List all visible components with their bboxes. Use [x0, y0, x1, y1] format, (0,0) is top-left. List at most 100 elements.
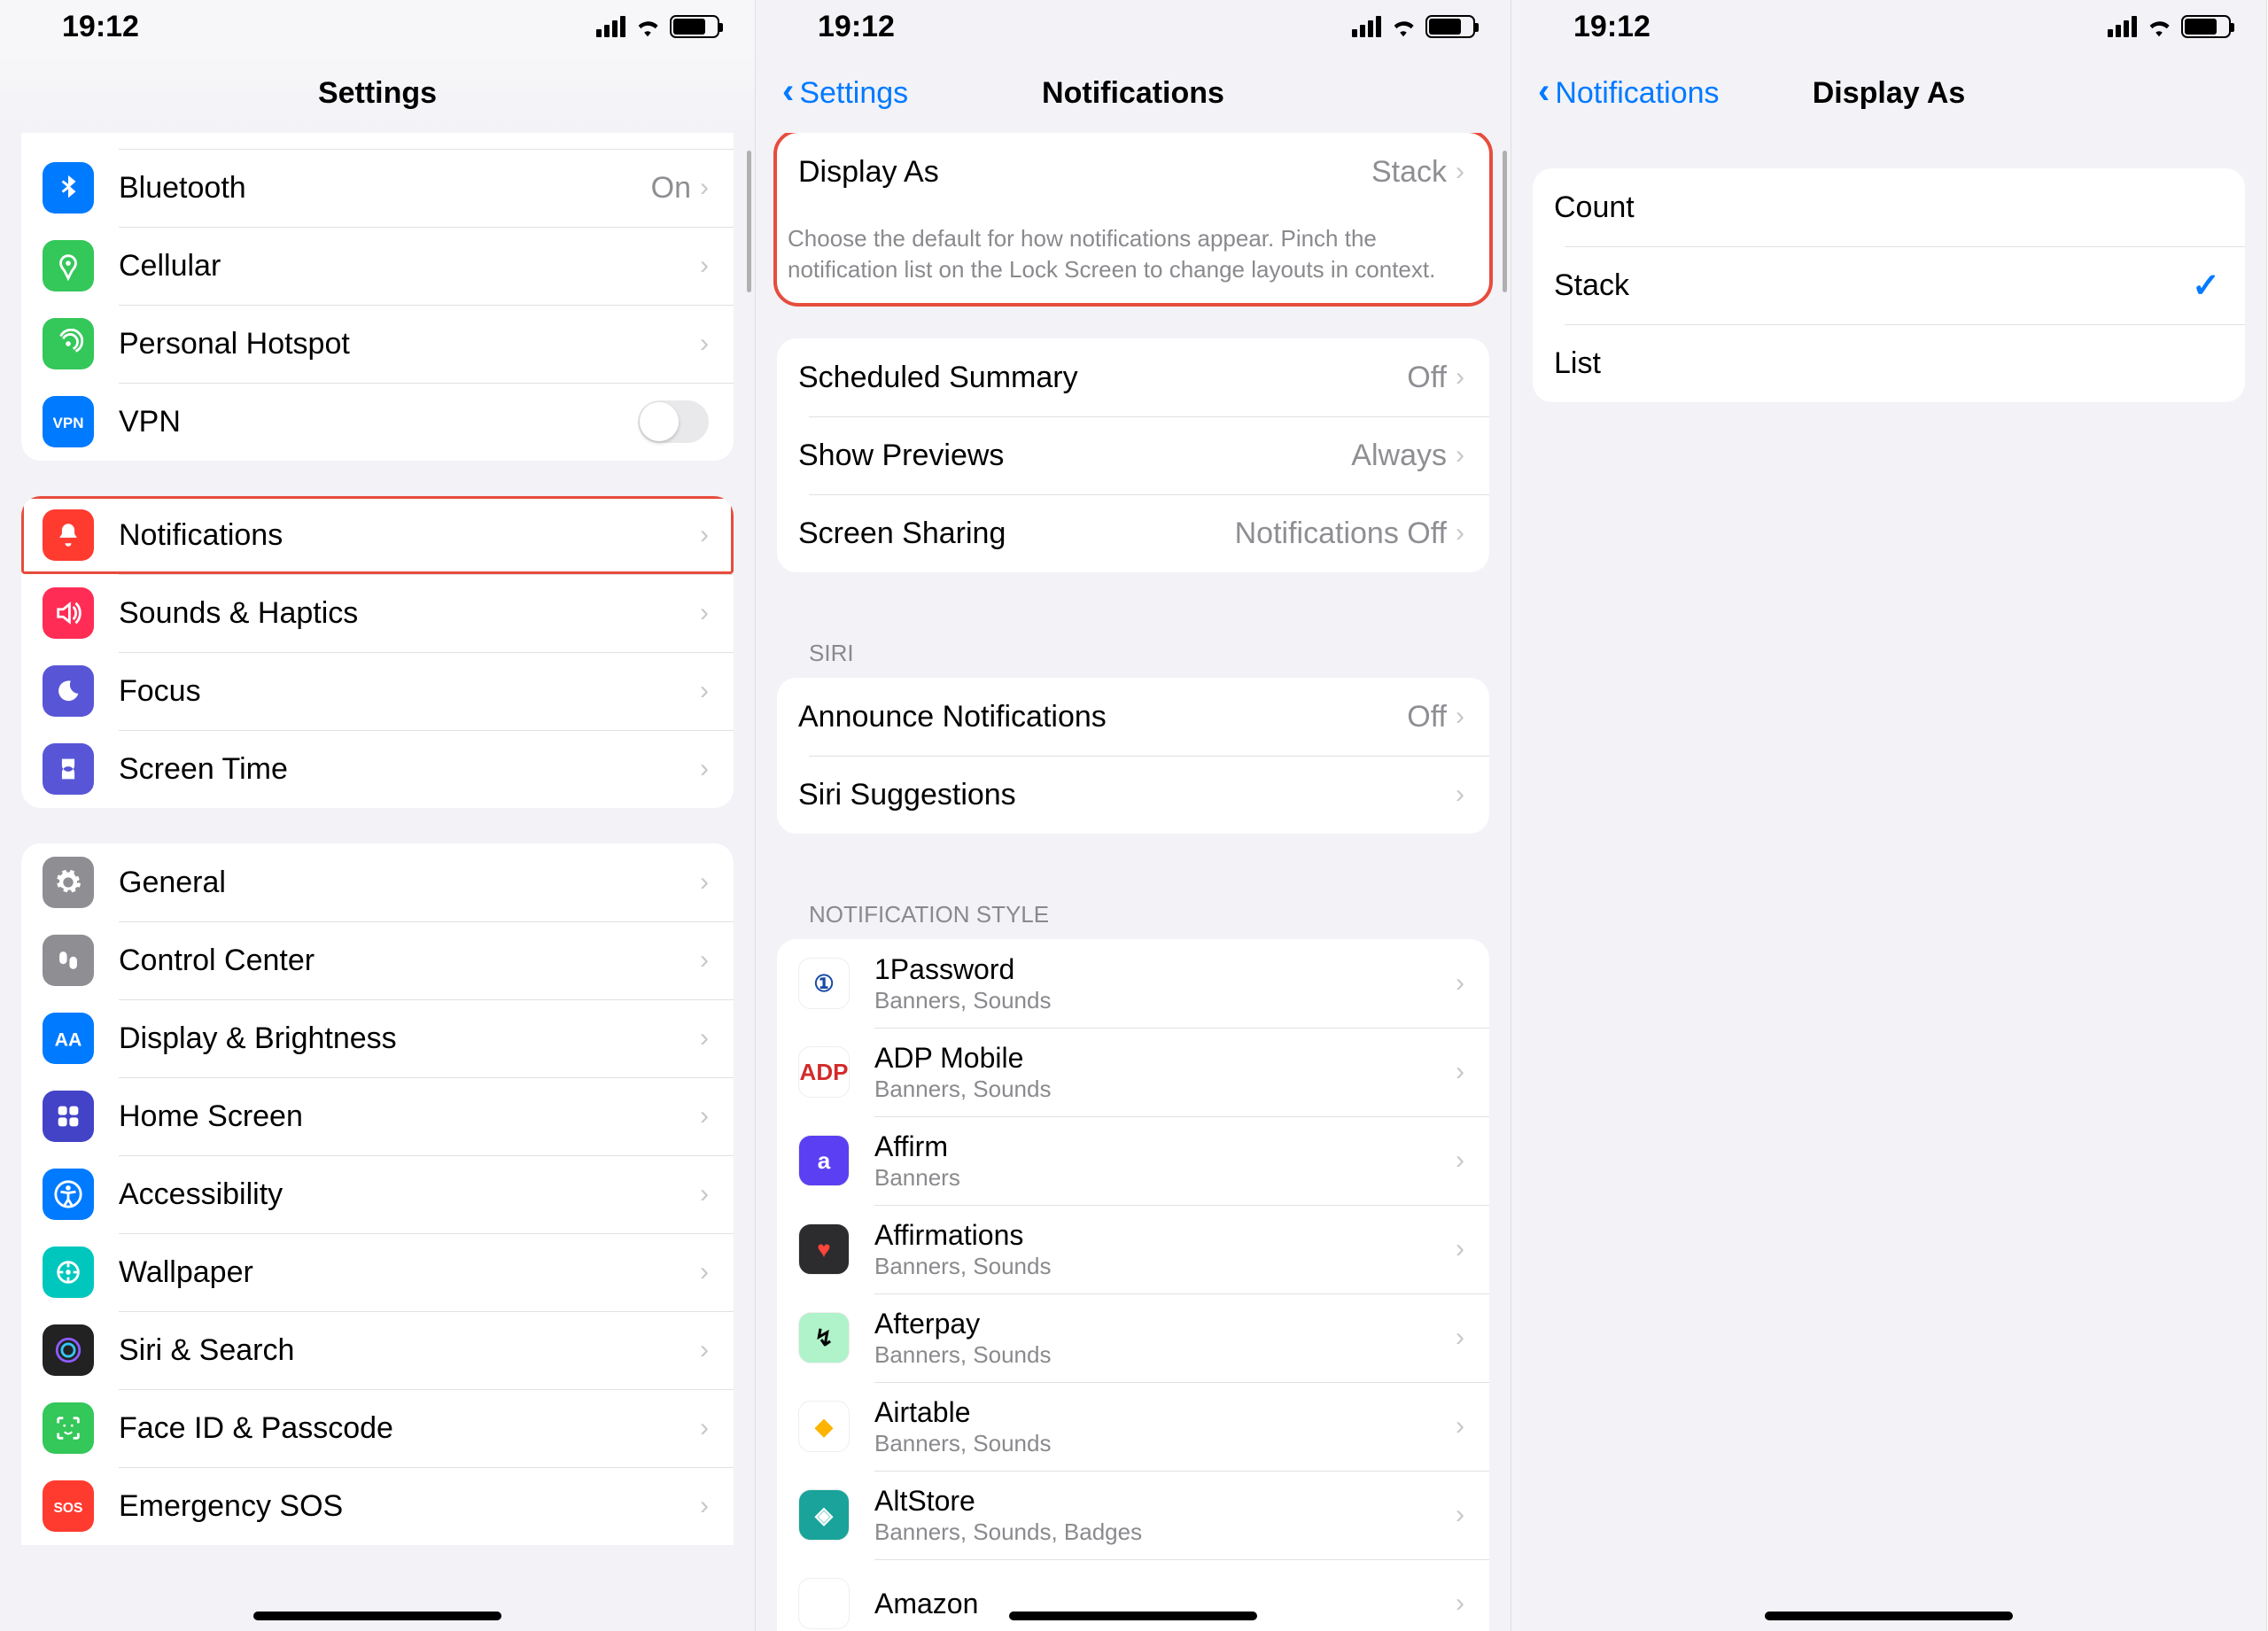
app-name: Airtable [874, 1395, 1456, 1429]
svg-text:VPN: VPN [53, 415, 83, 431]
row-display-as[interactable]: Display As Stack › [777, 133, 1489, 211]
chevron-right-icon: › [1456, 1057, 1464, 1087]
app-sub: Banners, Sounds [874, 1076, 1456, 1103]
row-label: Focus [119, 674, 700, 709]
scrollbar[interactable] [747, 151, 751, 292]
chevron-left-icon: ‹ [1538, 74, 1550, 109]
row-label: Screen Sharing [798, 516, 1235, 551]
display-as-highlight: Display As Stack › Choose the default fo… [777, 133, 1489, 303]
chevron-left-icon: ‹ [782, 74, 794, 109]
app-sub: Banners, Sounds [874, 987, 1456, 1014]
chevron-right-icon: › [700, 1179, 709, 1209]
row-vpn[interactable]: VPNVPN [21, 383, 734, 461]
scrollbar[interactable] [1503, 151, 1507, 292]
row-value: Stack [1371, 155, 1447, 190]
chevron-right-icon: › [1456, 1323, 1464, 1353]
home-icon [43, 1091, 94, 1142]
app-row-altstore[interactable]: ◈AltStoreBanners, Sounds, Badges› [777, 1471, 1489, 1559]
row-wallpaper[interactable]: Wallpaper› [21, 1233, 734, 1311]
row-announce-notifications[interactable]: Announce NotificationsOff› [777, 678, 1489, 756]
accessibility-icon [43, 1169, 94, 1220]
hotspot-icon [43, 318, 94, 369]
row-bluetooth[interactable]: BluetoothOn› [21, 149, 734, 227]
row-focus[interactable]: Focus› [21, 652, 734, 730]
chevron-right-icon: › [700, 945, 709, 975]
row-scheduled-summary[interactable]: Scheduled SummaryOff› [777, 338, 1489, 416]
app-icon [798, 1578, 850, 1629]
row-sounds-haptics[interactable]: Sounds & Haptics› [21, 574, 734, 652]
option-label: List [1554, 346, 2220, 381]
app-name: Afterpay [874, 1307, 1456, 1340]
app-row-airtable[interactable]: ◆AirtableBanners, Sounds› [777, 1382, 1489, 1471]
status-time: 19:12 [1573, 10, 1651, 44]
row-label: Sounds & Haptics [119, 596, 700, 631]
back-label: Settings [799, 76, 908, 111]
app-icon: a [798, 1135, 850, 1186]
home-indicator[interactable] [1765, 1612, 2013, 1620]
row-label: Face ID & Passcode [119, 1411, 700, 1446]
chevron-right-icon: › [700, 1257, 709, 1287]
section-header-siri: SIRI [777, 608, 1489, 678]
chevron-right-icon: › [700, 1101, 709, 1131]
option-label: Count [1554, 190, 2220, 225]
bluetooth-icon [43, 162, 94, 214]
row-personal-hotspot[interactable]: Personal Hotspot› [21, 305, 734, 383]
home-indicator[interactable] [253, 1612, 501, 1620]
control-icon [43, 935, 94, 986]
row-notifications[interactable]: Notifications› [21, 496, 734, 574]
back-button[interactable]: ‹ Settings [782, 75, 908, 111]
row-label: Personal Hotspot [119, 327, 700, 361]
faceid-icon [43, 1402, 94, 1454]
row-label: Siri Suggestions [798, 778, 1456, 812]
app-row-affirmations[interactable]: ♥AffirmationsBanners, Sounds› [777, 1205, 1489, 1293]
row-show-previews[interactable]: Show PreviewsAlways› [777, 416, 1489, 494]
app-sub: Banners, Sounds [874, 1253, 1456, 1280]
app-row-1password[interactable]: ①1PasswordBanners, Sounds› [777, 939, 1489, 1028]
cellular-icon [43, 240, 94, 291]
row-label: Show Previews [798, 439, 1351, 473]
chevron-right-icon: › [1456, 157, 1464, 187]
battery-icon [2181, 15, 2231, 38]
row-control-center[interactable]: Control Center› [21, 921, 734, 999]
page-title: Settings [0, 76, 755, 111]
option-stack[interactable]: Stack✓ [1533, 246, 2245, 324]
row-display-brightness[interactable]: AADisplay & Brightness› [21, 999, 734, 1077]
toggle[interactable] [638, 400, 709, 443]
row-label: Screen Time [119, 752, 700, 787]
row-general[interactable]: General› [21, 843, 734, 921]
row-screen-time[interactable]: Screen Time› [21, 730, 734, 808]
app-icon: ↯ [798, 1312, 850, 1363]
row-label: Notifications [119, 518, 700, 553]
option-label: Stack [1554, 268, 2192, 303]
row-siri-search[interactable]: Siri & Search› [21, 1311, 734, 1389]
app-name: AltStore [874, 1484, 1456, 1518]
app-row-adp-mobile[interactable]: ADPADP MobileBanners, Sounds› [777, 1028, 1489, 1116]
chevron-right-icon: › [700, 1023, 709, 1053]
row-accessibility[interactable]: Accessibility› [21, 1155, 734, 1233]
row-label: Display & Brightness [119, 1021, 700, 1056]
focus-icon [43, 665, 94, 717]
app-row-afterpay[interactable]: ↯AfterpayBanners, Sounds› [777, 1293, 1489, 1382]
row-cellular[interactable]: Cellular› [21, 227, 734, 305]
row-home-screen[interactable]: Home Screen› [21, 1077, 734, 1155]
back-button[interactable]: ‹ Notifications [1538, 75, 1720, 111]
option-count[interactable]: Count [1533, 168, 2245, 246]
chevron-right-icon: › [700, 251, 709, 281]
home-indicator[interactable] [1009, 1612, 1257, 1620]
status-time: 19:12 [62, 10, 139, 44]
row-face-id-passcode[interactable]: Face ID & Passcode› [21, 1389, 734, 1467]
row-emergency-sos[interactable]: SOSEmergency SOS› [21, 1467, 734, 1545]
wifi-icon [634, 16, 661, 37]
option-list[interactable]: List [1533, 324, 2245, 402]
row-screen-sharing[interactable]: Screen SharingNotifications Off› [777, 494, 1489, 572]
chevron-right-icon: › [1456, 1411, 1464, 1441]
app-sub: Banners, Sounds [874, 1430, 1456, 1457]
app-row-affirm[interactable]: aAffirmBanners› [777, 1116, 1489, 1205]
row-label: Control Center [119, 944, 700, 978]
chevron-right-icon: › [1456, 1234, 1464, 1264]
section-header-style: NOTIFICATION STYLE [777, 869, 1489, 939]
app-icon: ① [798, 958, 850, 1009]
row-siri-suggestions[interactable]: Siri Suggestions› [777, 756, 1489, 834]
sos-icon: SOS [43, 1480, 94, 1532]
chevron-right-icon: › [700, 520, 709, 550]
